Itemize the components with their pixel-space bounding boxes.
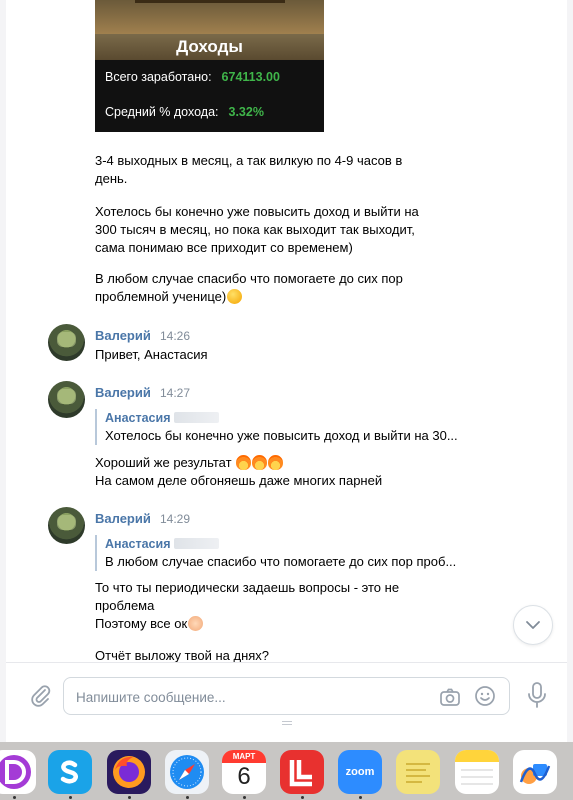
calendar-month: МАРТ [222, 750, 266, 763]
chevron-down-icon [526, 621, 540, 629]
microphone-icon[interactable] [526, 681, 548, 709]
message-line: 300 тысяч в месяц, но пока как выходит т… [95, 222, 415, 237]
skype-icon[interactable] [48, 750, 92, 794]
emoji-icon[interactable] [474, 685, 496, 707]
message-author[interactable]: Валерий [95, 511, 151, 526]
blurred-surname [173, 412, 219, 423]
message-author[interactable]: Валерий [95, 385, 151, 400]
message-line: проблема [95, 598, 155, 613]
income-avg-value: 3.32% [228, 105, 264, 119]
stickies-icon[interactable] [396, 750, 440, 794]
message-text: Хороший же результат На самом деле обгон… [95, 454, 382, 490]
smiling-face-emoji-icon [227, 289, 243, 304]
d-app-icon[interactable] [0, 750, 36, 794]
message-paragraph-3: В любом случае спасибо что помогаете до … [95, 270, 403, 306]
income-avg-label: Средний % дохода: [105, 105, 219, 119]
paperclip-icon[interactable] [28, 683, 54, 709]
quote-author: Анастасия [105, 411, 171, 425]
zoom-label: zoom [345, 766, 375, 778]
message-paragraph-1: 3-4 выходных в месяц, а так вилкую по 4-… [95, 152, 402, 188]
running-indicator [186, 796, 189, 799]
running-indicator [301, 796, 304, 799]
running-indicator [243, 796, 246, 799]
message-text: То что ты периодически задаешь вопросы -… [95, 579, 399, 633]
message-input-box[interactable] [63, 677, 510, 715]
income-title: Доходы [95, 34, 324, 60]
fire-emoji-icon [268, 455, 284, 470]
running-indicator [128, 796, 131, 799]
quote-author: Анастасия [105, 537, 171, 551]
message-time[interactable]: 14:29 [160, 512, 190, 526]
message-line: Хотелось бы конечно уже повысить доход и… [95, 204, 419, 219]
quote-text: В любом случае спасибо что помогаете до … [105, 554, 457, 569]
blurred-surname [173, 538, 219, 549]
freeform-icon[interactable] [513, 750, 557, 794]
message-line-text: Поэтому все ок [95, 616, 188, 631]
resize-handle[interactable] [282, 721, 292, 725]
message-input[interactable] [76, 687, 416, 707]
income-screenshot-attachment[interactable]: Доходы Всего заработано: 674113.00 Средни… [95, 0, 324, 132]
zoom-icon[interactable]: zoom [338, 750, 382, 794]
attachment-header-graphic [95, 0, 324, 34]
avatar[interactable] [48, 381, 85, 418]
quote-header: Анастасия [105, 535, 495, 553]
fire-emoji-icon [252, 455, 268, 470]
message-line: На самом деле обгоняешь даже многих парн… [95, 473, 383, 488]
avatar[interactable] [48, 507, 85, 544]
income-avg-row: Средний % дохода: 3.32% [105, 105, 264, 119]
camera-icon[interactable] [439, 686, 461, 708]
message-line: Хороший же результат [95, 454, 382, 472]
fire-emoji-icon [236, 455, 252, 470]
message-line: день. [95, 171, 128, 186]
message-line: сама понимаю все приходит со временем) [95, 240, 353, 255]
message-line-text: проблемной ученице) [95, 289, 227, 304]
quote-header: Анастасия [105, 409, 495, 427]
income-total-value: 674113.00 [221, 70, 280, 84]
notes-icon[interactable] [455, 750, 499, 794]
safari-icon[interactable] [165, 750, 209, 794]
raising-hands-emoji-icon [188, 616, 204, 631]
message-line: Поэтому все ок [95, 615, 399, 633]
red-app-icon[interactable] [280, 750, 324, 794]
message-composer [6, 662, 567, 742]
message-author[interactable]: Валерий [95, 328, 151, 343]
scroll-to-bottom-button[interactable] [513, 605, 553, 645]
running-indicator [13, 796, 16, 799]
message-line: В любом случае спасибо что помогаете до … [95, 271, 403, 286]
income-total-row: Всего заработано: 674113.00 [105, 70, 280, 84]
avatar[interactable] [48, 324, 85, 361]
reply-quote[interactable]: Анастасия Хотелось бы конечно уже повыси… [95, 409, 495, 445]
reply-quote[interactable]: Анастасия В любом случае спасибо что пом… [95, 535, 495, 571]
message-line: То что ты периодически задаешь вопросы -… [95, 580, 400, 595]
message-time[interactable]: 14:27 [160, 386, 190, 400]
calendar-icon[interactable]: МАРТ 6 [222, 750, 266, 794]
dock: МАРТ 6 zoom [0, 742, 573, 800]
message-text: Привет, Анастасия [95, 347, 208, 362]
firefox-icon[interactable] [107, 750, 151, 794]
quote-text: Хотелось бы конечно уже повысить доход и… [105, 428, 458, 443]
running-indicator [359, 796, 362, 799]
message-paragraph-2: Хотелось бы конечно уже повысить доход и… [95, 203, 419, 257]
message-time[interactable]: 14:26 [160, 329, 190, 343]
running-indicator [69, 796, 72, 799]
message-line: проблемной ученице) [95, 288, 403, 306]
calendar-day: 6 [237, 763, 251, 790]
income-total-label: Всего заработано: [105, 70, 212, 84]
message-line: 3-4 выходных в месяц, а так вилкую по 4-… [95, 153, 403, 168]
message-line-text: Хороший же результат [95, 455, 232, 470]
chat-window: Доходы Всего заработано: 674113.00 Средни… [6, 0, 567, 742]
